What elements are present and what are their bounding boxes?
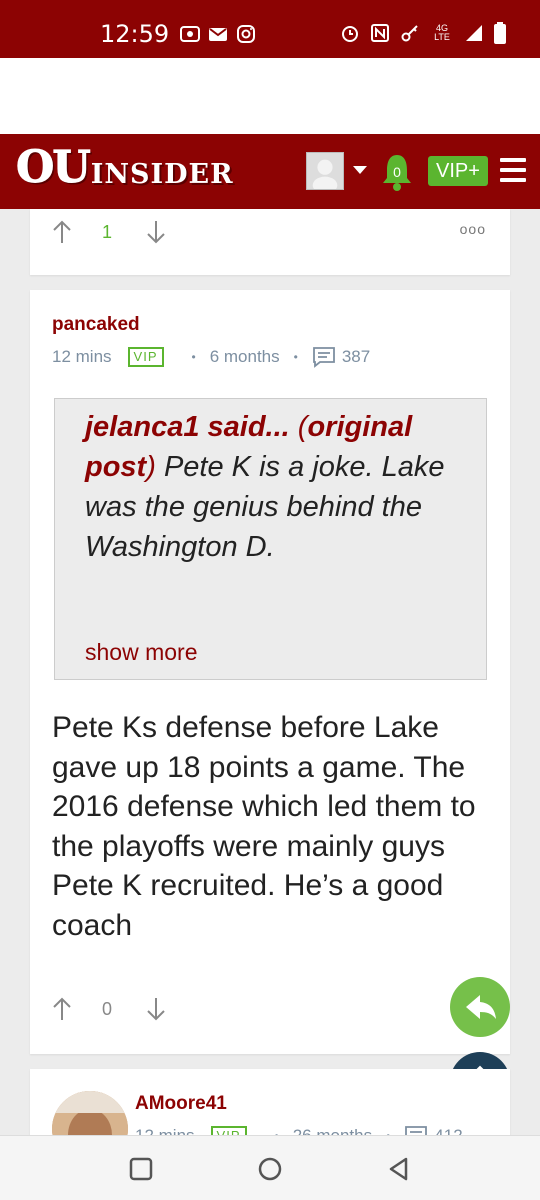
vote-count: 0	[102, 998, 113, 1019]
notification-bell-icon[interactable]: 0	[380, 152, 414, 192]
recent-apps-icon[interactable]	[126, 1154, 156, 1184]
post-author[interactable]: pancaked	[52, 314, 140, 336]
reply-button[interactable]	[450, 977, 510, 1037]
home-icon[interactable]	[255, 1154, 285, 1184]
member-duration: 6 months	[209, 347, 280, 366]
signal-icon	[466, 25, 482, 41]
previous-post-card: 1 ooo	[30, 209, 510, 275]
quote-text-block: jelanca1 said... (original post) Pete K …	[85, 411, 445, 563]
instagram-icon	[237, 25, 255, 43]
post-card: pancaked 12 mins VIP • 6 months • 387 je…	[30, 290, 510, 1054]
logo-insider-text: INSIDER	[90, 159, 234, 190]
mail-icon	[209, 28, 227, 41]
logo-ou-text: OU	[16, 142, 92, 193]
user-silhouette-icon	[312, 159, 338, 194]
site-logo[interactable]: OU INSIDER	[16, 142, 234, 193]
post-body: Pete Ks defense before Lake gave up 18 p…	[52, 711, 476, 942]
radio-icon	[180, 26, 200, 42]
key-icon	[401, 25, 418, 42]
quote-attribution[interactable]: jelanca1 said...	[85, 411, 290, 443]
reply-icon	[466, 995, 496, 1019]
post-author[interactable]: AMoore41	[135, 1093, 227, 1115]
status-time: 12:59	[100, 20, 170, 48]
downvote-icon[interactable]	[146, 219, 166, 245]
user-avatar[interactable]	[306, 152, 344, 194]
status-bar: 12:59 4G LTE	[0, 0, 540, 58]
separator-dot: •	[191, 350, 196, 364]
comment-icon	[312, 347, 335, 368]
nfc-icon	[371, 24, 389, 42]
chevron-down-icon[interactable]	[353, 166, 367, 174]
post-count: 387	[341, 347, 371, 366]
more-options-button[interactable]: ooo	[460, 221, 486, 237]
post-time: 12 mins	[52, 347, 112, 366]
separator-dot: •	[293, 350, 298, 364]
network-4g-lte-icon: 4G LTE	[434, 23, 450, 42]
back-icon[interactable]	[384, 1154, 414, 1184]
upvote-icon[interactable]	[52, 219, 72, 245]
vip-badge: VIP	[127, 347, 164, 367]
alarm-icon	[342, 26, 358, 42]
show-more-link[interactable]: show more	[85, 639, 197, 666]
post-meta: 12 mins VIP • 6 months • 387	[52, 346, 370, 368]
vip-plus-button[interactable]: VIP+	[428, 156, 488, 186]
upvote-icon[interactable]	[52, 996, 72, 1022]
menu-icon[interactable]	[500, 158, 526, 182]
vote-count: 1	[102, 221, 113, 242]
battery-icon	[494, 22, 506, 44]
notification-count: 0	[393, 164, 401, 180]
site-header: OU INSIDER 0 VIP+	[0, 134, 540, 209]
quoted-post: jelanca1 said... (original post) Pete K …	[54, 398, 487, 680]
blank-area	[0, 58, 540, 134]
system-nav-bar	[0, 1135, 540, 1200]
downvote-icon[interactable]	[146, 996, 166, 1022]
